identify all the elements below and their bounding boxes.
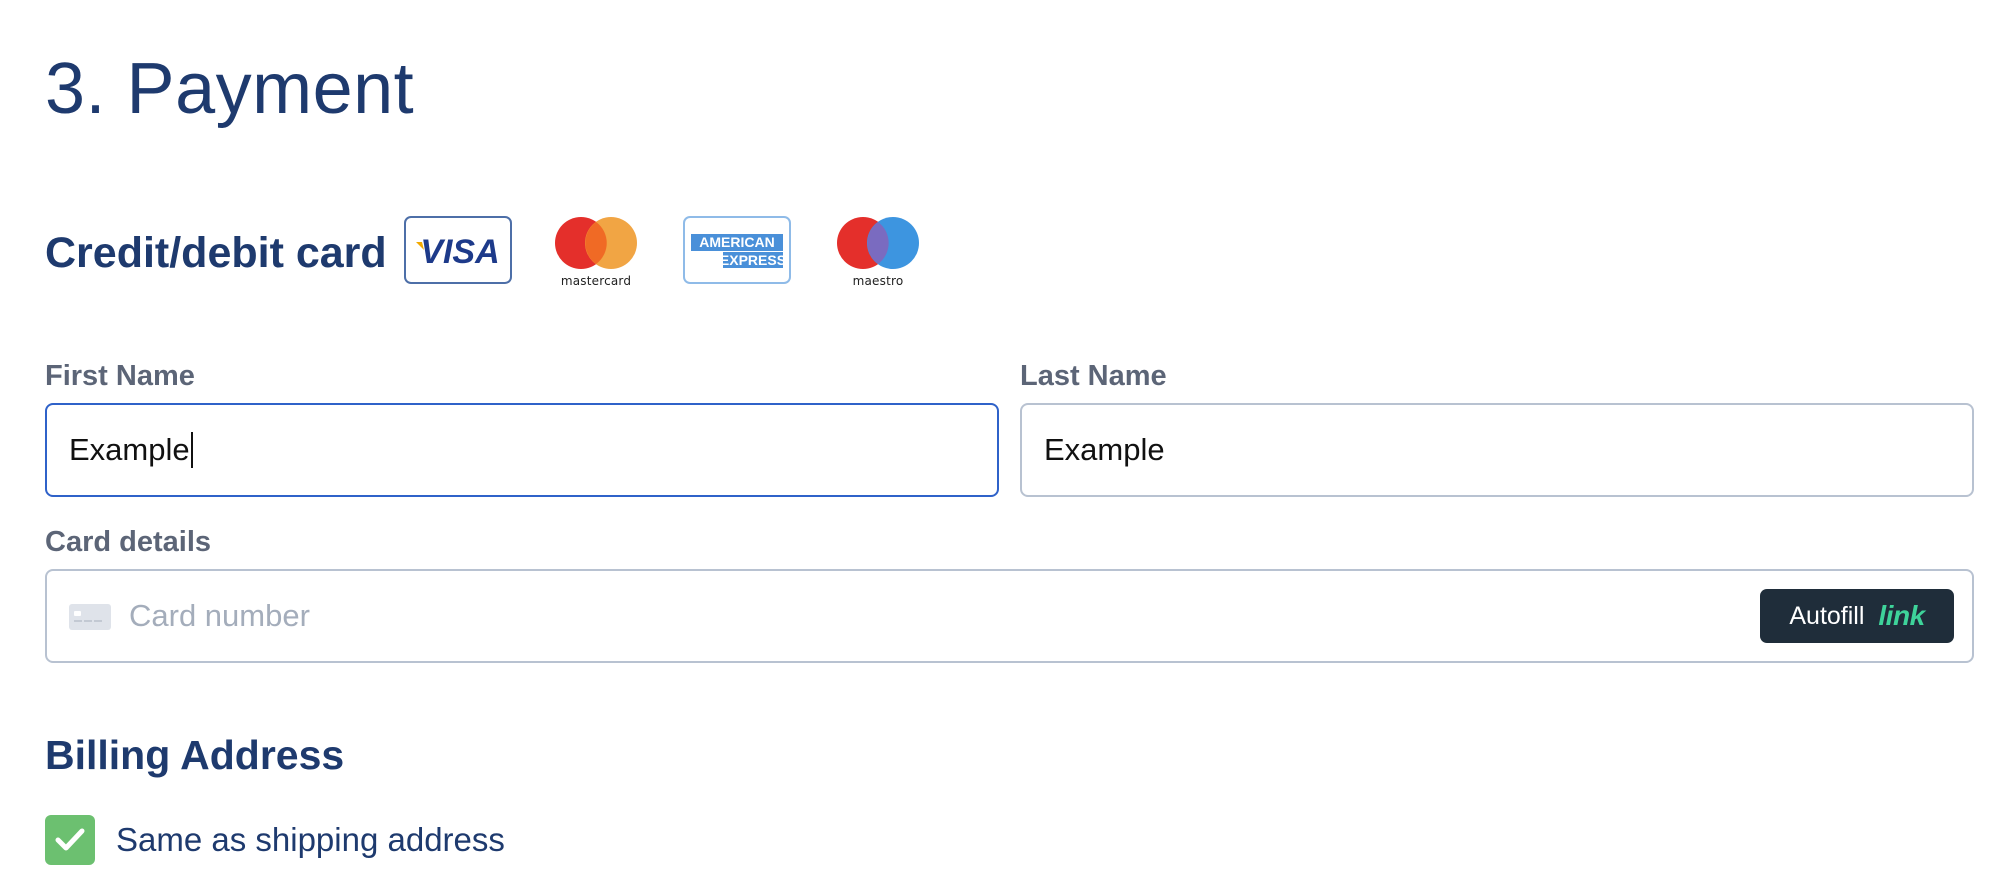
mastercard-label: mastercard (560, 274, 632, 288)
card-number-input[interactable]: Card number Autofill link (45, 569, 1974, 663)
card-number-placeholder: Card number (129, 598, 310, 633)
credit-card-icon (69, 604, 111, 630)
same-as-shipping-checkbox[interactable] (45, 815, 95, 865)
autofill-label: Autofill (1789, 601, 1865, 630)
page-title: 3. Payment (45, 49, 415, 129)
autofill-link-button[interactable]: Autofill link (1760, 589, 1954, 643)
mastercard-logo: mastercard (550, 216, 642, 288)
card-details-label: Card details (45, 526, 211, 558)
card-section-heading: Credit/debit card (45, 229, 387, 277)
svg-text:VISA: VISA (420, 233, 499, 271)
first-name-value: Example (69, 432, 190, 467)
svg-text:EXPRESS: EXPRESS (720, 252, 786, 268)
last-name-value: Example (1044, 432, 1165, 467)
checkmark-icon (55, 828, 85, 851)
first-name-label: First Name (45, 360, 195, 392)
link-brand-logo: link (1878, 600, 1925, 631)
same-as-shipping-label[interactable]: Same as shipping address (116, 818, 505, 862)
payment-page: 3. Payment Credit/debit card VISA master… (0, 0, 2011, 896)
billing-address-heading: Billing Address (45, 732, 345, 778)
text-caret (190, 431, 193, 468)
svg-text:AMERICAN: AMERICAN (699, 234, 774, 250)
last-name-input[interactable]: Example (1020, 403, 1974, 497)
first-name-input[interactable]: Example (45, 403, 999, 497)
last-name-label: Last Name (1020, 360, 1167, 392)
maestro-logo: maestro (832, 216, 924, 288)
visa-logo: VISA (404, 216, 512, 284)
maestro-label: maestro (852, 274, 904, 288)
amex-logo: AMERICAN EXPRESS (683, 216, 791, 284)
